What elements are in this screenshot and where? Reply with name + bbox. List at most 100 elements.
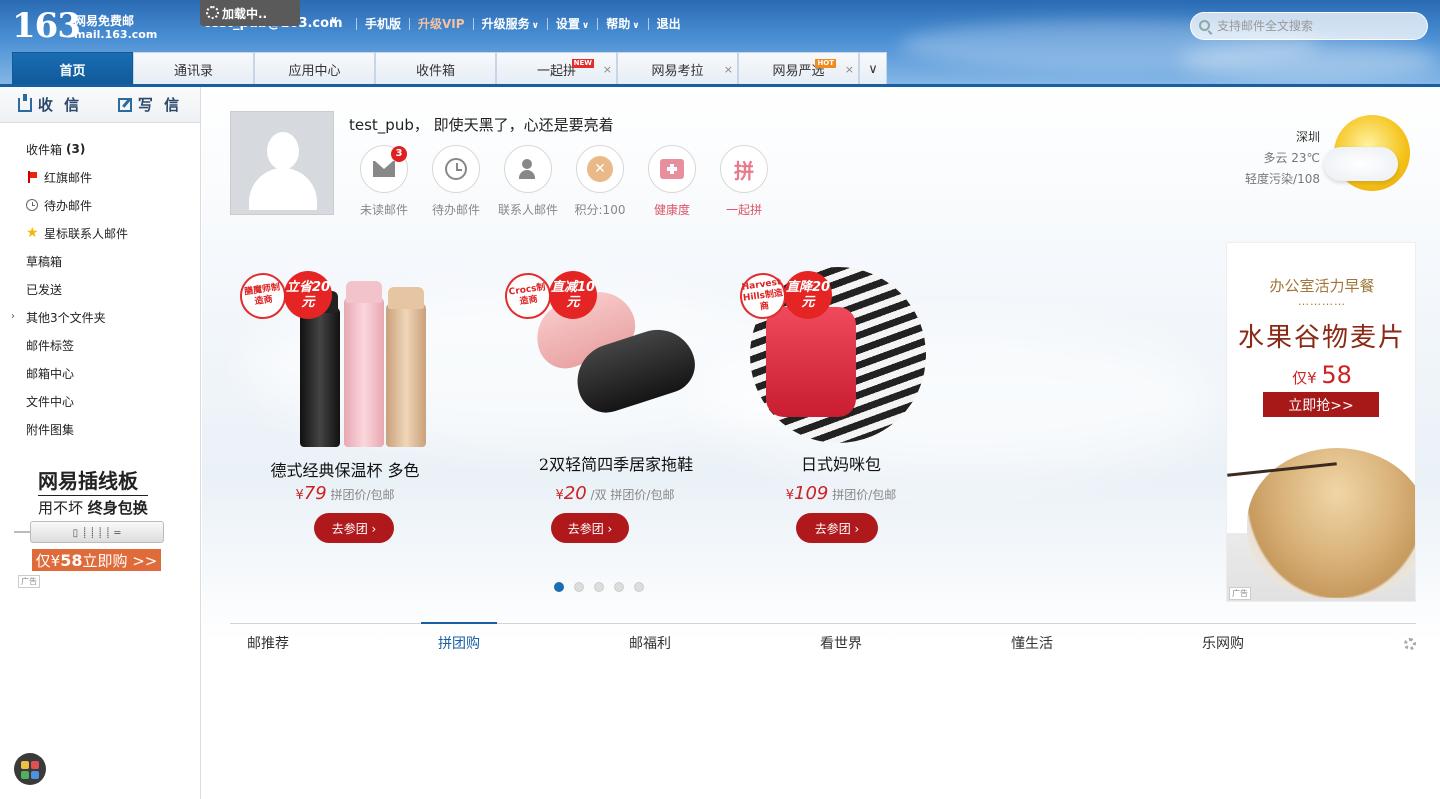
join-group-button[interactable]: 去参团 › bbox=[796, 513, 878, 543]
app-grid-icon bbox=[21, 771, 29, 779]
stat-points[interactable]: ✕ 积分:100 bbox=[564, 145, 636, 218]
chevron-down-icon: ∨ bbox=[632, 21, 640, 31]
join-group-button[interactable]: 去参团 › bbox=[551, 513, 629, 543]
tab-yiqipin[interactable]: 一起拼 NEW × bbox=[496, 52, 617, 85]
stat-yiqipin[interactable]: 拼 一起拼 bbox=[708, 145, 780, 218]
tab-benefits[interactable]: 邮福利 bbox=[612, 624, 803, 662]
logo-domain: mail.163.com bbox=[74, 28, 158, 41]
folder-attachment-gallery[interactable]: 附件图集 bbox=[0, 415, 200, 443]
folder-other-folders[interactable]: › 其他3个文件夹 bbox=[0, 303, 200, 331]
nav-divider bbox=[546, 17, 548, 30]
nav-divider bbox=[472, 17, 474, 30]
nav-upgrade-vip-link[interactable]: 升级VIP bbox=[418, 15, 465, 32]
weather-widget[interactable]: 深圳 多云 23℃ 轻度污染/108 bbox=[1232, 127, 1320, 190]
nav-logout-link[interactable]: 退出 bbox=[657, 15, 681, 32]
folder-todo[interactable]: 待办邮件 bbox=[0, 191, 200, 219]
avatar[interactable] bbox=[230, 111, 334, 215]
carousel-dot[interactable] bbox=[574, 582, 584, 592]
product-card[interactable]: 膳魔师制造商 立省20元 德式经典保温杯 多色 ¥79 拼团价/包邮 去参团 › bbox=[230, 237, 450, 557]
product-card[interactable]: Harvest Hills制造商 直降20元 日式妈咪包 ¥109 拼团价/包邮… bbox=[730, 237, 950, 557]
hot-badge: HOT bbox=[815, 59, 836, 68]
folder-drafts[interactable]: 草稿箱 bbox=[0, 247, 200, 275]
folder-file-center[interactable]: 文件中心 bbox=[0, 387, 200, 415]
folder-label: 其他3个文件夹 bbox=[26, 310, 106, 325]
profile-stats: 3 未读邮件 待办邮件 联系人邮件 ✕ 积分:100 健康度 拼 一起拼 bbox=[348, 145, 780, 218]
mail-actions: 收 信 写 信 bbox=[0, 87, 200, 123]
folder-sent[interactable]: 已发送 bbox=[0, 275, 200, 303]
folder-list: 收件箱 (3) 红旗邮件 待办邮件 ★ 星标联系人邮件 草稿箱 已发送 › 其他3个文… bbox=[0, 123, 200, 443]
tab-app-center[interactable]: 应用中心 bbox=[254, 52, 375, 85]
folder-label: 红旗邮件 bbox=[44, 170, 93, 185]
carousel-dot[interactable] bbox=[634, 582, 644, 592]
carousel-dot[interactable] bbox=[554, 582, 564, 592]
tab-inbox[interactable]: 收件箱 bbox=[375, 52, 496, 85]
ad-tag: 广告 bbox=[18, 575, 40, 588]
nav-help-menu[interactable]: 帮助 ∨ bbox=[606, 15, 639, 32]
close-tab-icon[interactable]: × bbox=[724, 63, 733, 76]
ad-buy-now-button[interactable]: 立即抢>> bbox=[1263, 392, 1379, 417]
tab-recommend[interactable]: 邮推荐 bbox=[230, 624, 421, 662]
tab-world[interactable]: 看世界 bbox=[803, 624, 994, 662]
health-kit-icon bbox=[660, 159, 684, 179]
bottle-black bbox=[300, 291, 340, 447]
folder-label: 附件图集 bbox=[26, 422, 75, 437]
main-tabs: 首页 通讯录 应用中心 收件箱 一起拼 NEW × 网易考拉 × 网易严选 HOT × ∨ bbox=[12, 52, 887, 85]
home-content: test_pub， 即使天黑了，心还是要亮着 3 未读邮件 待办邮件 联系人邮件… bbox=[202, 87, 1440, 799]
logo-number: 163 bbox=[12, 6, 81, 46]
ad-buy-button[interactable]: 仅¥ 58 立即购 >> bbox=[32, 549, 161, 571]
weather-condition: 多云 23℃ bbox=[1263, 151, 1320, 165]
mail-search-input[interactable]: 支持邮件全文搜索 bbox=[1190, 12, 1428, 40]
folder-label: 文件中心 bbox=[26, 394, 75, 409]
weather-pollution: 轻度污染/108 bbox=[1245, 172, 1320, 186]
logo[interactable]: 163 网易免费邮 mail.163.com bbox=[12, 6, 157, 46]
ad-price-suffix: 立即购 >> bbox=[82, 551, 158, 570]
tab-kaola[interactable]: 网易考拉 × bbox=[617, 52, 738, 85]
nav-mobile-link[interactable]: 手机版 bbox=[365, 15, 401, 32]
nav-upgrade-service-menu[interactable]: 升级服务 ∨ bbox=[482, 15, 539, 32]
tab-yanxuan[interactable]: 网易严选 HOT × bbox=[738, 52, 859, 85]
folder-mail-tags[interactable]: 邮件标签 bbox=[0, 331, 200, 359]
product-card[interactable]: Crocs制造商 直减10元 2双轻简四季居家拖鞋 ¥20 /双 拼团价/包邮 … bbox=[495, 237, 715, 557]
chevron-down-icon: ∨ bbox=[531, 21, 539, 31]
folder-mailbox-center[interactable]: 邮箱中心 bbox=[0, 359, 200, 387]
unread-count: (3) bbox=[66, 142, 86, 156]
ad-price-prefix: 仅¥ bbox=[35, 551, 61, 570]
product-price-line: ¥79 拼团价/包邮 bbox=[225, 483, 465, 504]
app-launcher-button[interactable] bbox=[14, 753, 46, 785]
product-name: 2双轻简四季居家拖鞋 bbox=[538, 455, 694, 474]
join-group-button[interactable]: 去参团 › bbox=[314, 513, 394, 543]
tab-shopping[interactable]: 乐网购 bbox=[1185, 624, 1376, 662]
tab-home[interactable]: 首页 bbox=[12, 52, 133, 85]
tab-label: 邮福利 bbox=[629, 636, 671, 652]
carousel-dot[interactable] bbox=[614, 582, 624, 592]
stat-todo-mail[interactable]: 待办邮件 bbox=[420, 145, 492, 218]
folder-inbox[interactable]: 收件箱 (3) bbox=[0, 135, 200, 163]
cloud-icon bbox=[1324, 147, 1398, 181]
folder-flagged[interactable]: 红旗邮件 bbox=[0, 163, 200, 191]
nav-settings-menu[interactable]: 设置 ∨ bbox=[556, 15, 589, 32]
compose-mail-button[interactable]: 写 信 bbox=[100, 87, 200, 122]
tab-label: 拼团购 bbox=[438, 636, 480, 652]
tab-contacts[interactable]: 通讯录 bbox=[133, 52, 254, 85]
stat-contact-mail[interactable]: 联系人邮件 bbox=[492, 145, 564, 218]
close-tab-icon[interactable]: × bbox=[603, 63, 612, 76]
carousel-dot[interactable] bbox=[594, 582, 604, 592]
close-tab-icon[interactable]: × bbox=[845, 63, 854, 76]
receive-mail-button[interactable]: 收 信 bbox=[0, 87, 100, 122]
nav-label: 设置 bbox=[555, 17, 580, 31]
folder-label: 已发送 bbox=[26, 282, 63, 297]
power-strip-ad[interactable]: 网易插线板 用不坏 终身包换 ▯ ⸽ ⸽ ⸽ ⸽ ═ 仅¥ 58 立即购 >> 广… bbox=[14, 463, 174, 588]
stat-unread-mail[interactable]: 3 未读邮件 bbox=[348, 145, 420, 218]
folder-starred-contacts[interactable]: ★ 星标联系人邮件 bbox=[0, 219, 200, 247]
cereal-ad[interactable]: 办公室活力早餐 ………… 水果谷物麦片 仅¥ 58 立即抢>> 广告 bbox=[1226, 242, 1416, 602]
product-price-line: ¥20 /双 拼团价/包邮 bbox=[495, 483, 735, 504]
stat-label: 一起拼 bbox=[725, 203, 762, 217]
stat-label: 联系人邮件 bbox=[497, 203, 558, 217]
tab-more-button[interactable]: ∨ bbox=[859, 52, 887, 85]
avatar-head-silhouette bbox=[267, 132, 299, 170]
gear-icon[interactable] bbox=[1404, 638, 1416, 650]
nav-divider bbox=[647, 17, 649, 30]
tab-life[interactable]: 懂生活 bbox=[994, 624, 1185, 662]
tab-group-buy[interactable]: 拼团购 bbox=[421, 622, 612, 662]
stat-health[interactable]: 健康度 bbox=[636, 145, 708, 218]
